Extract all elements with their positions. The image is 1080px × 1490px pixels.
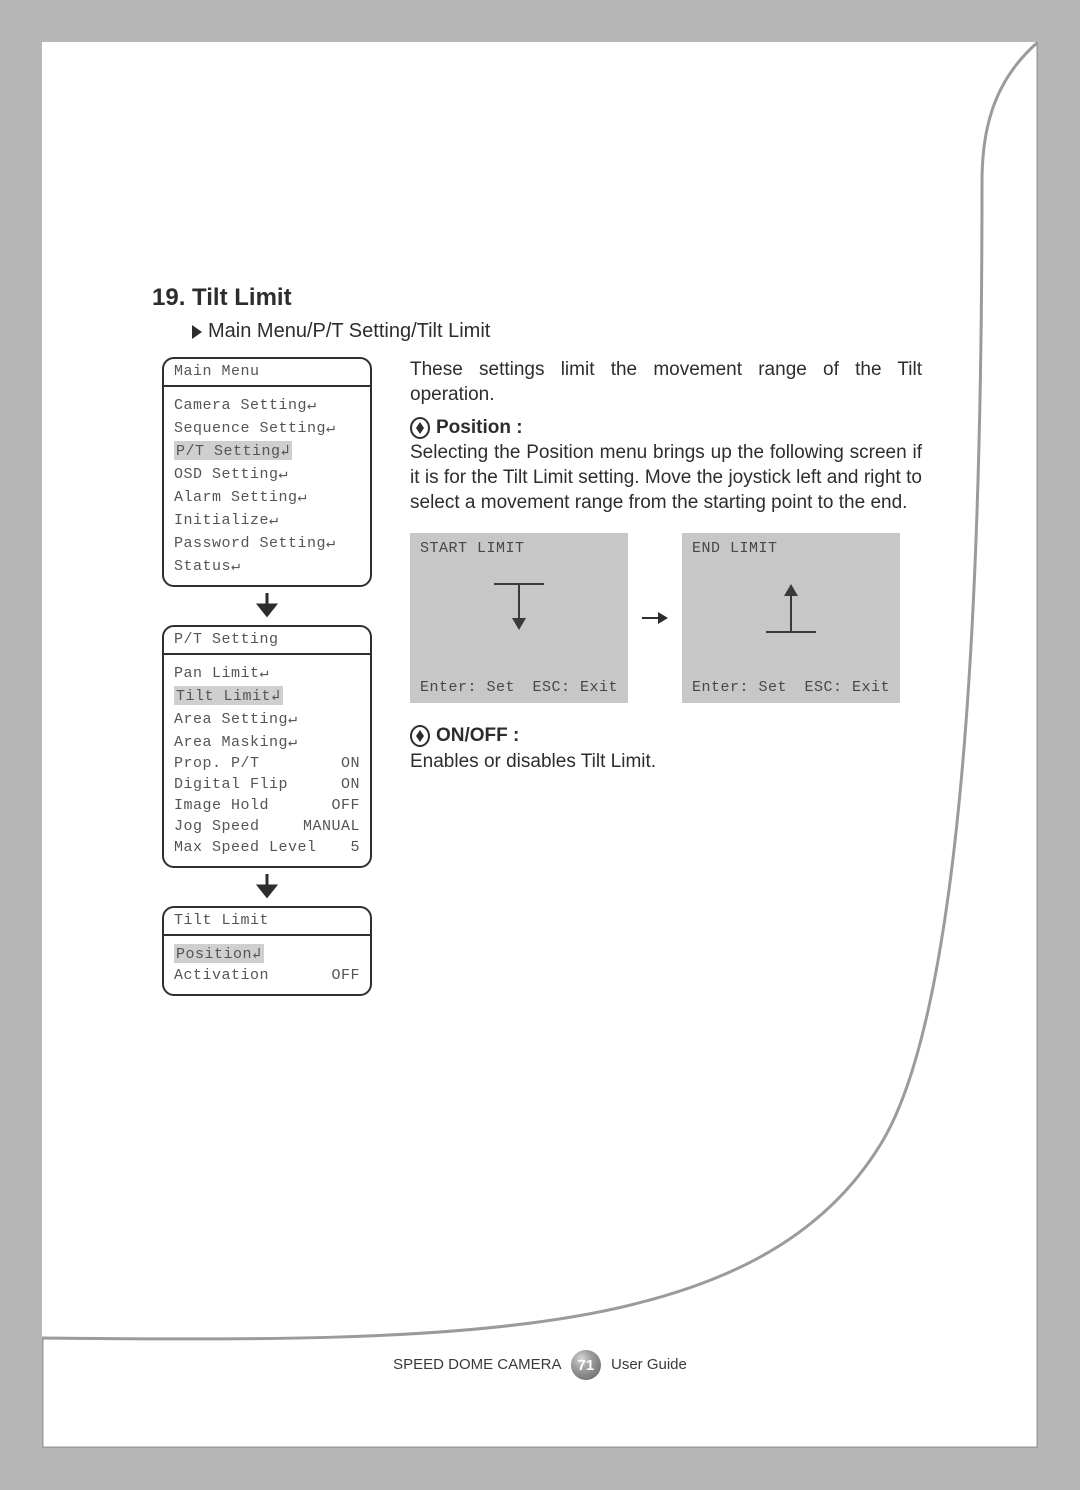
osd-pt-setting: P/T Setting Pan Limit↵Tilt Limit↲Area Se… <box>162 625 372 868</box>
breadcrumb: Main Menu/P/T Setting/Tilt Limit <box>192 320 922 343</box>
footer-left: SPEED DOME CAMERA <box>393 1356 561 1373</box>
end-limit-esc: ESC: Exit <box>804 678 890 698</box>
end-limit-title: END LIMIT <box>682 533 900 565</box>
osd-row: Alarm Setting↵ <box>174 485 360 508</box>
page-footer: SPEED DOME CAMERA 71 User Guide <box>42 1350 1038 1380</box>
osd-row: Area Masking↵ <box>174 730 360 753</box>
right-arrow-icon <box>642 609 668 627</box>
osd-row: Prop. P/TON <box>174 753 360 774</box>
updown-icon <box>410 417 430 439</box>
start-limit-panel: START LIMIT Enter: Set ESC: Exit <box>410 533 628 703</box>
updown-icon <box>410 725 430 747</box>
start-limit-title: START LIMIT <box>410 533 628 565</box>
description-column: These settings limit the movement range … <box>410 357 922 782</box>
osd-main-menu: Main Menu Camera Setting↵Sequence Settin… <box>162 357 372 587</box>
osd-row: Digital FlipON <box>174 774 360 795</box>
osd-row: OSD Setting↵ <box>174 462 360 485</box>
osd-row: Pan Limit↵ <box>174 661 360 684</box>
down-direction-icon <box>484 578 554 638</box>
osd-row: Password Setting↵ <box>174 531 360 554</box>
down-arrow-icon <box>256 593 278 619</box>
section-title: 19. Tilt Limit <box>152 284 922 312</box>
osd-row: Position↲ <box>174 942 360 965</box>
end-limit-enter: Enter: Set <box>692 678 787 698</box>
osd-row: ActivationOFF <box>174 965 360 986</box>
osd-row: P/T Setting↲ <box>174 439 360 462</box>
down-arrow-icon <box>256 874 278 900</box>
osd-row: Camera Setting↵ <box>174 393 360 416</box>
osd-tilt-title: Tilt Limit <box>164 908 370 936</box>
osd-row: Image HoldOFF <box>174 795 360 816</box>
intro-text: These settings limit the movement range … <box>410 357 922 407</box>
osd-row: Sequence Setting↵ <box>174 416 360 439</box>
limit-panels: START LIMIT Enter: Set ESC: Exit <box>410 533 922 703</box>
footer-right: User Guide <box>611 1356 687 1373</box>
position-text: Selecting the Position menu brings up th… <box>410 440 922 515</box>
breadcrumb-arrow-icon <box>192 325 202 339</box>
breadcrumb-text: Main Menu/P/T Setting/Tilt Limit <box>208 320 490 343</box>
start-limit-enter: Enter: Set <box>420 678 515 698</box>
osd-main-title: Main Menu <box>164 359 370 387</box>
osd-row: Area Setting↵ <box>174 707 360 730</box>
onoff-label-text: ON/OFF : <box>436 723 519 748</box>
osd-row: Status↵ <box>174 554 360 577</box>
osd-pt-title: P/T Setting <box>164 627 370 655</box>
onoff-label: ON/OFF : <box>410 723 922 748</box>
page-number: 71 <box>571 1350 601 1380</box>
end-limit-panel: END LIMIT Enter: Set ESC: Exit <box>682 533 900 703</box>
position-label: Position : <box>410 415 922 440</box>
osd-column: Main Menu Camera Setting↵Sequence Settin… <box>152 357 382 996</box>
osd-row: Tilt Limit↲ <box>174 684 360 707</box>
start-limit-esc: ESC: Exit <box>532 678 618 698</box>
osd-row: Jog SpeedMANUAL <box>174 816 360 837</box>
onoff-text: Enables or disables Tilt Limit. <box>410 749 922 774</box>
position-label-text: Position : <box>436 415 523 440</box>
osd-tilt-limit: Tilt Limit Position↲ActivationOFF <box>162 906 372 996</box>
osd-row: Initialize↵ <box>174 508 360 531</box>
osd-row: Max Speed Level5 <box>174 837 360 858</box>
up-direction-icon <box>756 578 826 638</box>
